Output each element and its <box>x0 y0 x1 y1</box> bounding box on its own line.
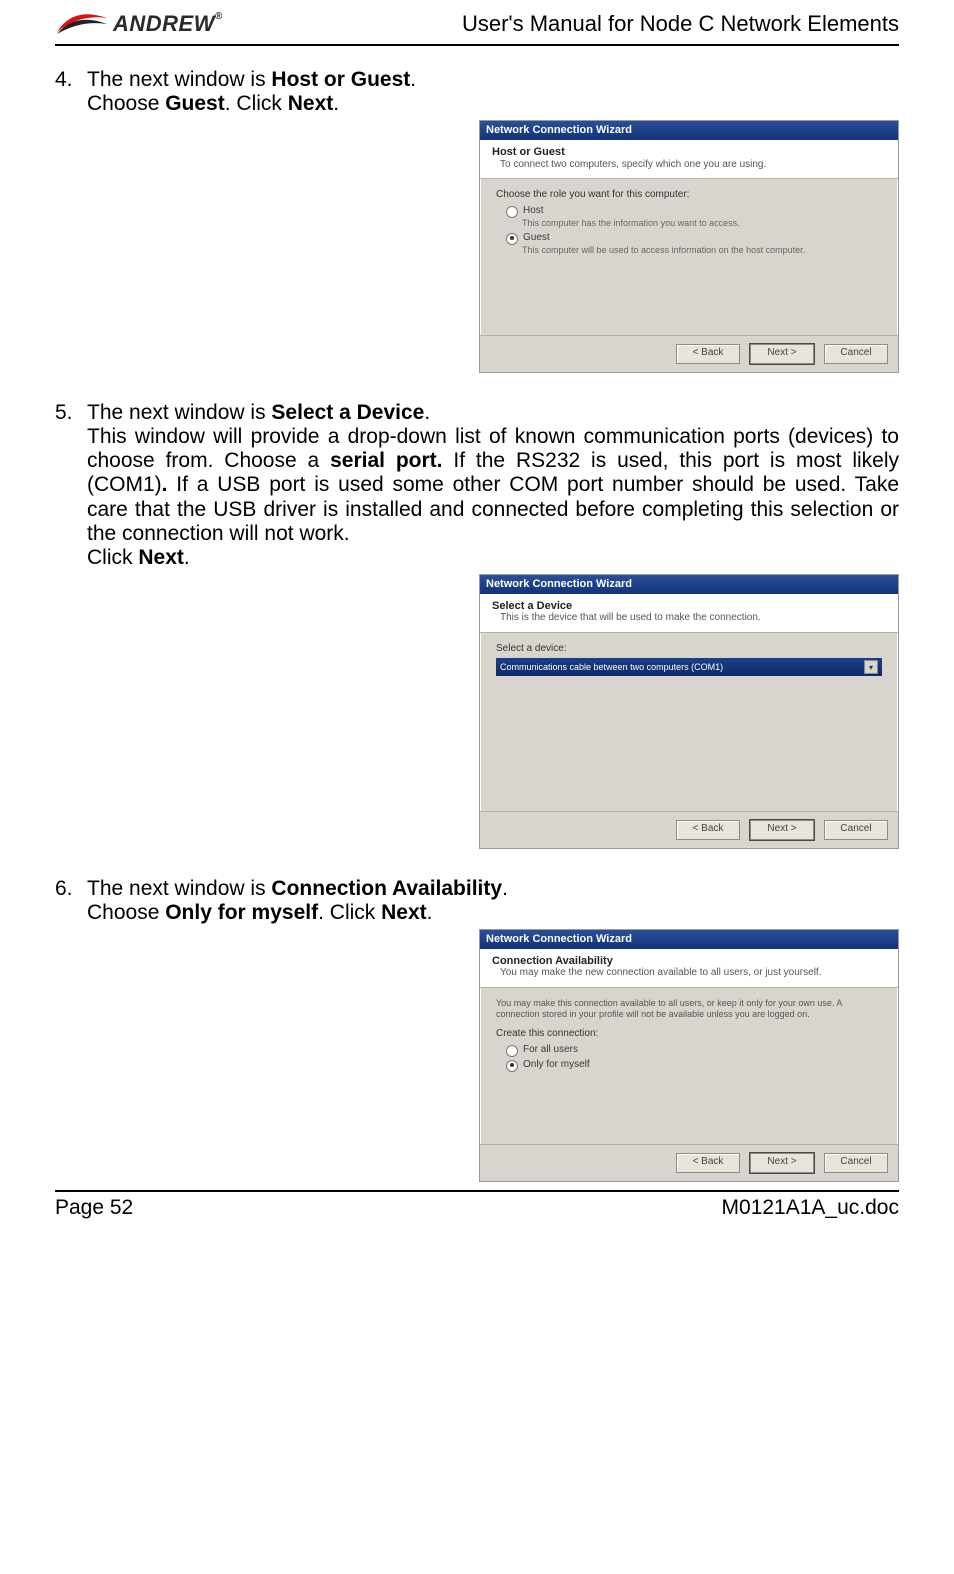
header-rule <box>55 44 899 46</box>
wizard-heading: Host or Guest <box>492 146 565 158</box>
step-4: 4. The next window is Host or Guest. Cho… <box>55 68 899 116</box>
doc-filename: M0121A1A_uc.doc <box>722 1196 899 1220</box>
page-header: ANDREW® User's Manual for Node C Network… <box>55 10 899 44</box>
step-5-paragraph: This window will provide a drop-down lis… <box>87 425 899 546</box>
radio-host[interactable]: Host <box>506 205 882 218</box>
wizard-subheading: To connect two computers, specify which … <box>492 159 888 171</box>
page-footer: Page 52 M0121A1A_uc.doc <box>55 1196 899 1220</box>
step-number: 5. <box>55 401 87 570</box>
cancel-button[interactable]: Cancel <box>824 820 888 840</box>
wizard-prompt: Create this connection: <box>496 1028 882 1040</box>
step-5-line3: Click Next. <box>87 546 899 570</box>
next-button[interactable]: Next > <box>750 820 814 840</box>
chevron-down-icon: ▾ <box>864 660 878 674</box>
wizard-heading: Select a Device <box>492 600 572 612</box>
wizard-subheading: You may make the new connection availabl… <box>492 967 888 979</box>
next-button[interactable]: Next > <box>750 1153 814 1173</box>
dropdown-value: Communications cable between two compute… <box>500 662 723 672</box>
wizard-note: You may make this connection available t… <box>496 998 882 1021</box>
step-5: 5. The next window is Select a Device. T… <box>55 401 899 570</box>
step-4-line2: Choose Guest. Click Next. <box>87 92 899 116</box>
device-dropdown[interactable]: Communications cable between two compute… <box>496 658 882 676</box>
wizard-titlebar: Network Connection Wizard <box>480 930 898 949</box>
wizard-prompt: Select a device: <box>496 643 882 655</box>
logo-text: ANDREW® <box>113 11 223 37</box>
radio-only-myself[interactable]: Only for myself <box>506 1059 882 1072</box>
wizard-titlebar: Network Connection Wizard <box>480 121 898 140</box>
step-6: 6. The next window is Connection Availab… <box>55 877 899 925</box>
back-button[interactable]: < Back <box>676 344 740 364</box>
radio-icon <box>506 233 518 245</box>
step-6-line2: Choose Only for myself. Click Next. <box>87 901 899 925</box>
wizard-select-device: Network Connection Wizard Select a Devic… <box>479 574 899 849</box>
cancel-button[interactable]: Cancel <box>824 1153 888 1173</box>
step-5-line1: The next window is Select a Device. <box>87 401 899 425</box>
page-number: Page 52 <box>55 1196 133 1220</box>
wizard-prompt: Choose the role you want for this comput… <box>496 189 882 201</box>
radio-icon <box>506 206 518 218</box>
back-button[interactable]: < Back <box>676 820 740 840</box>
step-6-line1: The next window is Connection Availabili… <box>87 877 899 901</box>
next-button[interactable]: Next > <box>750 344 814 364</box>
radio-guest-desc: This computer will be used to access inf… <box>522 245 882 255</box>
radio-host-desc: This computer has the information you wa… <box>522 218 882 228</box>
step-number: 6. <box>55 877 87 925</box>
back-button[interactable]: < Back <box>676 1153 740 1173</box>
wizard-connection-availability: Network Connection Wizard Connection Ava… <box>479 929 899 1182</box>
logo-icon <box>55 10 109 38</box>
wizard-heading: Connection Availability <box>492 955 613 967</box>
footer-rule <box>55 1190 899 1192</box>
radio-all-users[interactable]: For all users <box>506 1044 882 1057</box>
wizard-subheading: This is the device that will be used to … <box>492 612 888 624</box>
radio-guest[interactable]: Guest <box>506 232 882 245</box>
radio-icon <box>506 1045 518 1057</box>
document-title: User's Manual for Node C Network Element… <box>462 11 899 37</box>
wizard-host-or-guest: Network Connection Wizard Host or Guest … <box>479 120 899 373</box>
radio-icon <box>506 1060 518 1072</box>
step-4-line1: The next window is Host or Guest. <box>87 68 899 92</box>
step-number: 4. <box>55 68 87 116</box>
logo: ANDREW® <box>55 10 223 38</box>
wizard-titlebar: Network Connection Wizard <box>480 575 898 594</box>
cancel-button[interactable]: Cancel <box>824 344 888 364</box>
